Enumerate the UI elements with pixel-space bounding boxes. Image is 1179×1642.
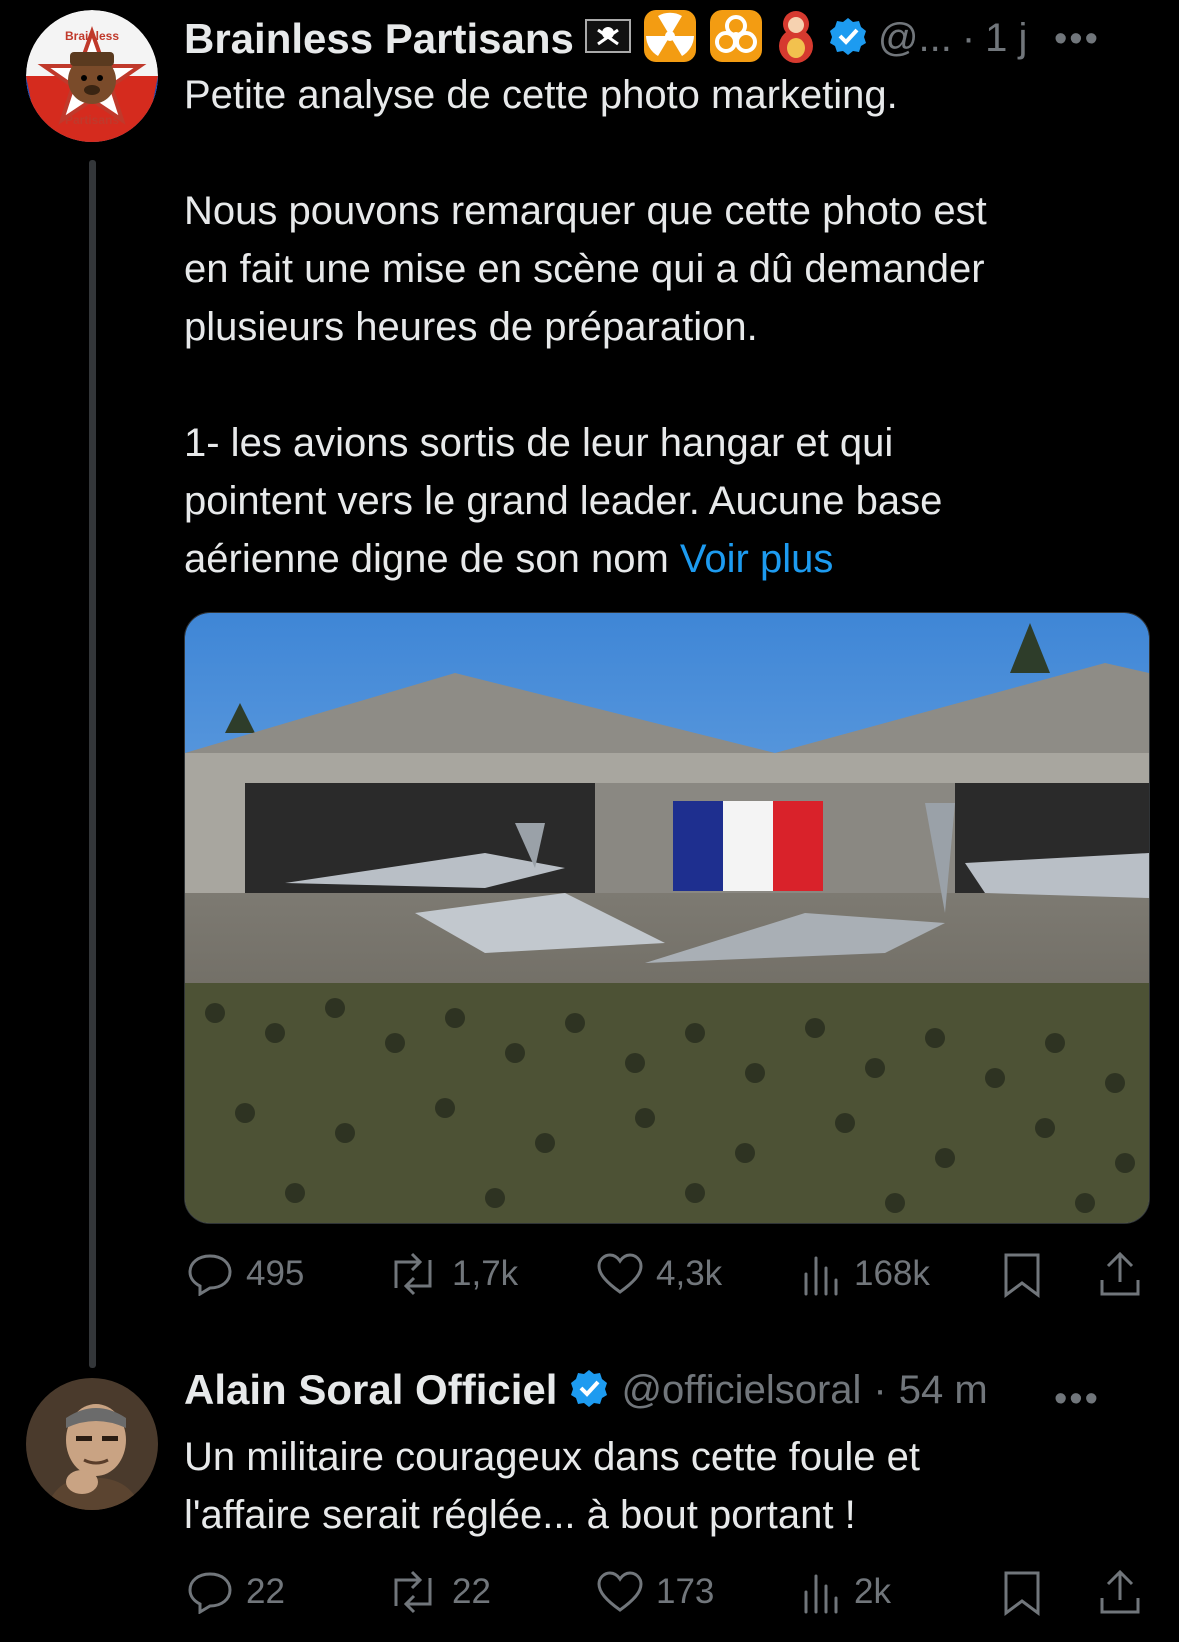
text-line: l'affaire serait réglée... à bout portan… bbox=[184, 1493, 856, 1537]
repost-button[interactable]: 1,7k bbox=[386, 1252, 518, 1296]
thread-line bbox=[89, 160, 96, 1368]
heart-icon bbox=[597, 1253, 643, 1294]
avatar-top-label: Brainless bbox=[65, 29, 119, 43]
reply-icon bbox=[188, 1572, 232, 1614]
separator-dot: · bbox=[873, 1367, 887, 1412]
like-button[interactable]: 4,3k bbox=[596, 1252, 722, 1296]
views-icon bbox=[804, 1574, 838, 1614]
repost-count: 22 bbox=[452, 1572, 491, 1611]
views-icon bbox=[804, 1256, 838, 1296]
timestamp[interactable]: 54 m bbox=[899, 1368, 988, 1413]
tweet1-text: Petite analyse de cette photo marketing.… bbox=[184, 66, 1144, 588]
text-line: Un militaire courageux dans cette foule … bbox=[184, 1435, 920, 1479]
pirate-flag-icon bbox=[584, 16, 632, 61]
avatar-brainless-partisans[interactable]: Brainless Partisans bbox=[26, 10, 158, 142]
tweet-photo[interactable] bbox=[184, 612, 1150, 1224]
text-line: pointent vers le grand leader. Aucune ba… bbox=[184, 479, 943, 523]
author-name[interactable]: Brainless Partisans bbox=[184, 15, 574, 63]
verified-badge-icon[interactable] bbox=[828, 16, 868, 61]
reply-icon bbox=[188, 1254, 232, 1296]
bookmark-icon bbox=[1004, 1571, 1040, 1616]
repost-count: 1,7k bbox=[452, 1254, 519, 1293]
verified-badge-icon[interactable] bbox=[569, 1368, 609, 1413]
text-segment: aérienne digne de son nom bbox=[184, 537, 680, 581]
share-icon bbox=[1100, 1251, 1140, 1296]
author-name[interactable]: Alain Soral Officiel bbox=[184, 1366, 557, 1414]
tweet2-text: Un militaire courageux dans cette foule … bbox=[184, 1428, 1144, 1544]
repost-icon bbox=[394, 1252, 432, 1296]
repost-icon bbox=[394, 1570, 432, 1614]
bookmark-button[interactable] bbox=[1002, 1252, 1042, 1298]
repost-button[interactable]: 22 bbox=[386, 1570, 491, 1614]
author-handle[interactable]: @... bbox=[878, 16, 952, 61]
biohazard-icon bbox=[708, 8, 764, 69]
author-handle[interactable]: @officielsoral bbox=[621, 1368, 861, 1413]
text-line: 1- les avions sortis de leur hangar et q… bbox=[184, 421, 894, 465]
heart-icon bbox=[597, 1571, 643, 1612]
text-line: plusieurs heures de préparation. bbox=[184, 305, 758, 349]
reply-count: 22 bbox=[246, 1572, 285, 1611]
tweet1-header: Brainless Partisans @... · 1 j bbox=[184, 8, 1027, 69]
text-line: Nous pouvons remarquer que cette photo e… bbox=[184, 189, 987, 233]
radioactive-icon bbox=[642, 8, 698, 69]
views-count: 2k bbox=[854, 1572, 891, 1611]
share-icon bbox=[1100, 1569, 1140, 1614]
see-more-link[interactable]: Voir plus bbox=[680, 537, 833, 581]
separator-dot: · bbox=[961, 16, 976, 60]
reply-button[interactable]: 22 bbox=[186, 1570, 285, 1614]
timestamp[interactable]: 1 j bbox=[985, 16, 1027, 61]
share-button[interactable] bbox=[1098, 1250, 1142, 1298]
more-options-icon[interactable]: ••• bbox=[1054, 18, 1100, 61]
text-line: aérienne digne de son nom Voir plus bbox=[184, 530, 1144, 588]
views-button[interactable]: 2k bbox=[800, 1570, 891, 1614]
text-line: en fait une mise en scène qui a dû deman… bbox=[184, 247, 985, 291]
like-button[interactable]: 173 bbox=[596, 1570, 714, 1614]
share-button[interactable] bbox=[1098, 1568, 1142, 1616]
bookmark-icon bbox=[1004, 1253, 1040, 1298]
more-options-icon[interactable]: ••• bbox=[1054, 1378, 1100, 1421]
text-line: Petite analyse de cette photo marketing. bbox=[184, 73, 898, 117]
avatar-bottom-label: Partisans bbox=[65, 113, 119, 127]
reply-button[interactable]: 495 bbox=[186, 1252, 304, 1296]
views-button[interactable]: 168k bbox=[800, 1252, 930, 1296]
matryoshka-icon bbox=[774, 8, 818, 69]
avatar-alain-soral[interactable] bbox=[26, 1378, 158, 1510]
reply-count: 495 bbox=[246, 1254, 305, 1293]
views-count: 168k bbox=[854, 1254, 930, 1293]
tweet2-header: Alain Soral Officiel @officielsoral · 54… bbox=[184, 1366, 988, 1414]
like-count: 173 bbox=[656, 1572, 715, 1611]
like-count: 4,3k bbox=[656, 1254, 723, 1293]
bookmark-button[interactable] bbox=[1002, 1570, 1042, 1616]
